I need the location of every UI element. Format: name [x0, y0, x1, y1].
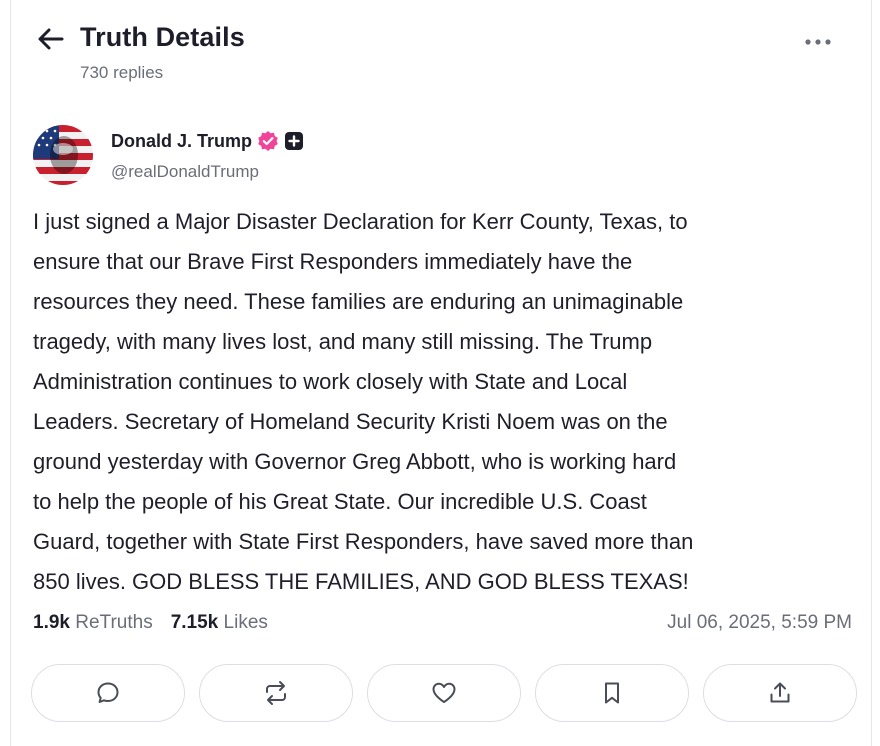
back-button[interactable] — [36, 26, 66, 52]
bookmark-icon — [605, 682, 619, 704]
post-body: I just signed a Major Disaster Declarati… — [33, 209, 694, 594]
share-icon — [770, 682, 790, 703]
author-handle[interactable]: @realDonaldTrump — [111, 162, 259, 182]
retruths-stat[interactable]: 1.9k ReTruths — [33, 612, 153, 634]
likes-label: Likes — [223, 612, 268, 633]
plus-badge-icon — [285, 132, 304, 150]
bookmark-button[interactable] — [535, 664, 689, 722]
author-name-row: Donald J. Trump — [111, 128, 304, 154]
likes-count: 7.15k — [170, 612, 219, 633]
retruths-count: 1.9k — [33, 612, 70, 633]
likes-stat[interactable]: 7.15k Likes — [171, 612, 268, 634]
share-button[interactable] — [703, 664, 857, 722]
ellipsis-icon — [805, 39, 831, 45]
post-timestamp: Jul 06, 2025, 5:59 PM — [667, 612, 852, 633]
reply-button[interactable] — [31, 664, 185, 722]
page-title: Truth Details — [80, 22, 245, 52]
avatar-flag-portrait — [33, 125, 93, 185]
arrow-left-icon — [38, 28, 64, 50]
speech-bubble-icon — [97, 682, 119, 703]
retruth-button[interactable] — [199, 664, 353, 722]
post-stats: 1.9k ReTruths 7.15k Likes — [33, 612, 268, 634]
avatar[interactable] — [33, 125, 93, 185]
verified-badge-icon — [258, 131, 278, 151]
repost-icon — [266, 681, 286, 705]
more-options-button[interactable] — [800, 32, 836, 52]
reply-count: 730 replies — [80, 63, 164, 82]
heart-icon — [432, 682, 456, 703]
like-button[interactable] — [367, 664, 521, 722]
author-name[interactable]: Donald J. Trump — [111, 131, 252, 152]
retruths-label: ReTruths — [75, 612, 153, 633]
action-bar — [31, 664, 857, 722]
